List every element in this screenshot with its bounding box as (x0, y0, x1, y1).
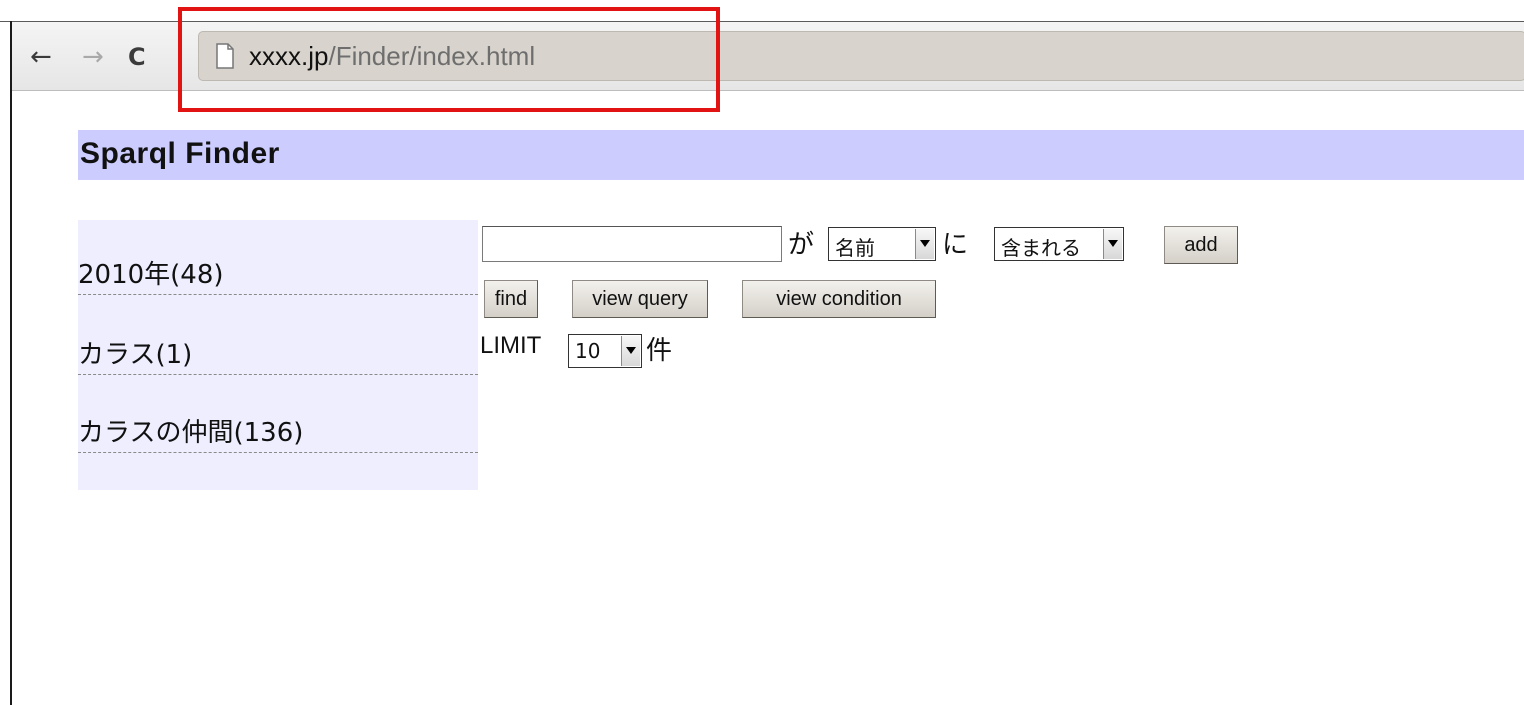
facet-panel: 2010年(48) カラス(1) カラスの仲間(136) (78, 220, 478, 490)
search-input[interactable] (482, 226, 782, 262)
add-button[interactable]: add (1164, 226, 1238, 264)
property-select-value: 名前 (835, 236, 875, 260)
facet-item[interactable]: カラスの仲間(136) (78, 414, 478, 453)
ni-label: に (942, 229, 969, 259)
match-select[interactable]: 含まれる (994, 227, 1124, 261)
window-left-border (10, 21, 12, 705)
ga-label: が (788, 229, 815, 259)
find-button[interactable]: find (484, 280, 538, 318)
search-form: が 名前 に 含まれる add find view query view con… (480, 222, 1480, 372)
view-query-button[interactable]: view query (572, 280, 708, 318)
property-select[interactable]: 名前 (828, 227, 936, 261)
page-title: Sparql Finder (80, 137, 280, 170)
limit-select-value: 10 (575, 339, 601, 363)
facet-item[interactable]: 2010年(48) (78, 256, 478, 295)
limit-select[interactable]: 10 (568, 334, 642, 368)
limit-label: LIMIT (480, 332, 542, 359)
match-select-value: 含まれる (1001, 236, 1081, 260)
back-arrow-icon[interactable]: ← (30, 40, 52, 74)
facet-item[interactable]: カラス(1) (78, 336, 478, 375)
view-condition-button[interactable]: view condition (742, 280, 936, 318)
forward-arrow-icon[interactable]: → (82, 40, 104, 74)
chevron-down-icon[interactable] (1103, 229, 1122, 259)
url-highlight-box (178, 7, 720, 112)
reload-icon[interactable]: C (128, 40, 146, 74)
chevron-down-icon[interactable] (915, 229, 934, 259)
limit-unit-label: 件 (646, 335, 673, 365)
chevron-down-icon[interactable] (621, 336, 640, 366)
page-title-bar: Sparql Finder (78, 130, 1524, 180)
